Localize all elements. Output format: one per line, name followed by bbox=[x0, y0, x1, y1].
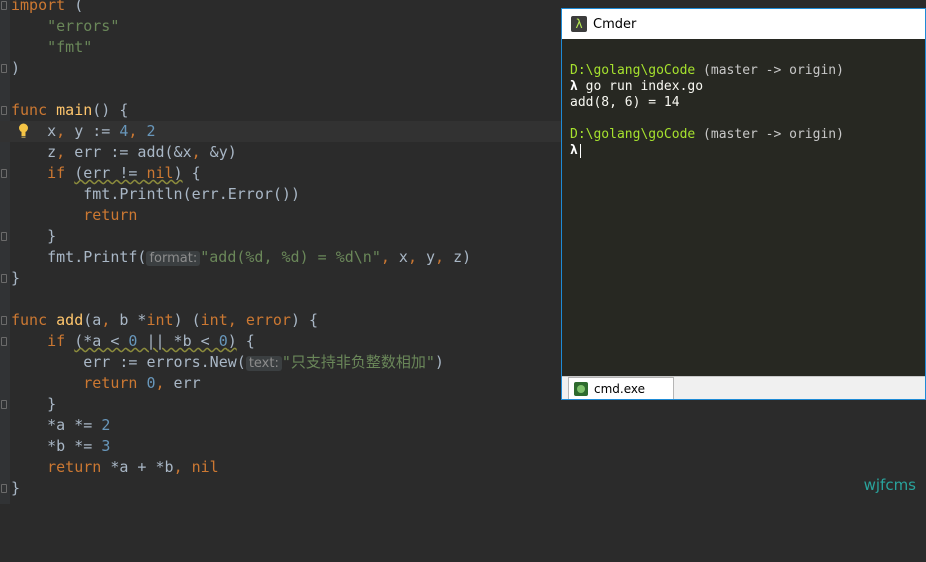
window-title: Cmder bbox=[593, 16, 637, 32]
fold-icon[interactable] bbox=[1, 484, 7, 493]
code-line-21[interactable]: *a *= 2 bbox=[0, 415, 926, 436]
fold-icon[interactable] bbox=[1, 400, 7, 409]
lambda-icon: λ bbox=[571, 16, 587, 32]
fold-icon[interactable] bbox=[1, 274, 7, 283]
param-hint-format: format: bbox=[146, 251, 201, 266]
cmder-window[interactable]: λ Cmder D:\golang\goCode (master -> orig… bbox=[561, 8, 926, 400]
fold-icon[interactable] bbox=[1, 169, 7, 178]
cmder-title-bar[interactable]: λ Cmder bbox=[562, 9, 925, 39]
fold-icon[interactable] bbox=[1, 64, 7, 73]
text-cursor bbox=[579, 143, 581, 158]
fold-icon[interactable] bbox=[1, 232, 7, 241]
param-hint-text: text: bbox=[245, 356, 282, 371]
cmd-icon bbox=[574, 381, 588, 396]
fold-icon[interactable] bbox=[1, 316, 7, 325]
code-line-24[interactable]: } bbox=[0, 478, 926, 499]
terminal-output[interactable]: D:\golang\goCode (master -> origin) λ go… bbox=[570, 63, 844, 159]
watermark: wjfcms bbox=[863, 476, 916, 494]
cmder-tab-bar: cmd.exe bbox=[562, 376, 925, 399]
code-line-22[interactable]: *b *= 3 bbox=[0, 436, 926, 457]
fold-icon[interactable] bbox=[1, 1, 7, 10]
tab-cmd-exe[interactable]: cmd.exe bbox=[568, 377, 674, 399]
fold-icon[interactable] bbox=[1, 337, 7, 346]
tab-label: cmd.exe bbox=[594, 381, 646, 396]
code-line-23[interactable]: return *a + *b, nil bbox=[0, 457, 926, 478]
fold-icon[interactable] bbox=[1, 106, 7, 115]
